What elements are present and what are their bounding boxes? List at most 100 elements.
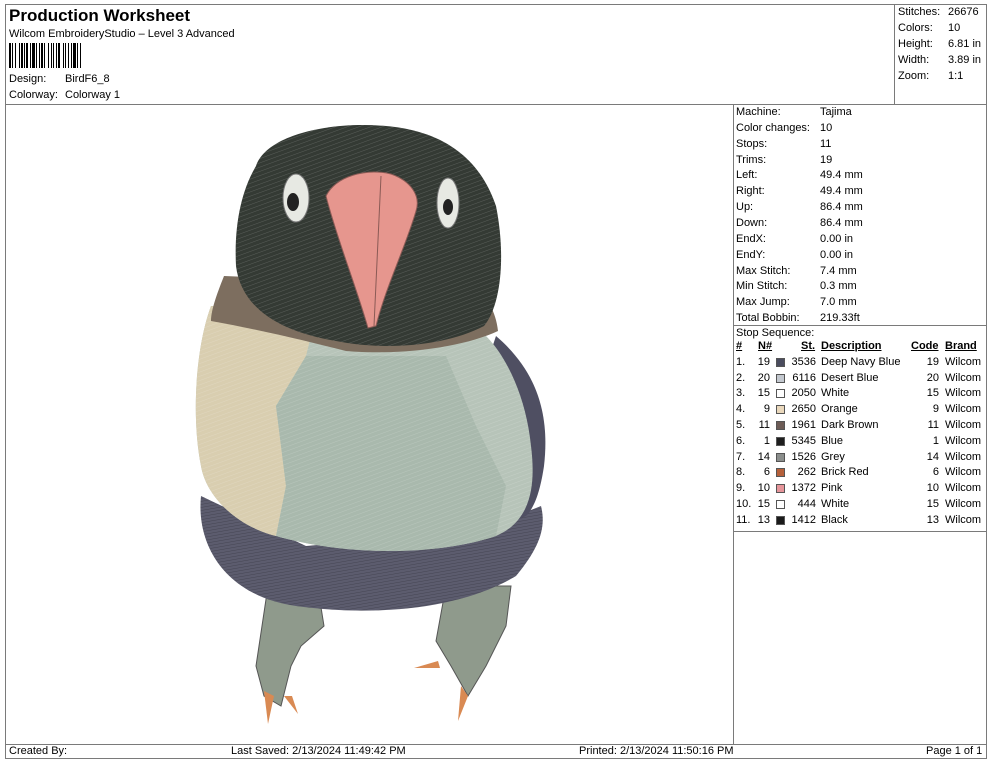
cell-st: 444 [797, 497, 816, 510]
machine-info-label: Min Stitch: [736, 280, 788, 293]
machine-info-value: 7.0 mm [820, 296, 857, 309]
cell-desc: Black [821, 513, 848, 526]
table-row: 3. 15 2050 White 15 Wilcom [736, 387, 986, 403]
machine-info-value: 19 [820, 153, 833, 166]
machine-info-value: 219.33ft [820, 312, 860, 325]
cell-code: 14 [926, 450, 939, 463]
bird-embroidery-image [195, 125, 546, 724]
cell-idx: 11. [736, 513, 751, 526]
machine-info-label: Left: [736, 169, 758, 182]
cell-st: 2050 [791, 387, 816, 400]
cell-st: 1412 [791, 513, 816, 526]
col-header-needle: N# [758, 340, 773, 352]
table-row: 2. 20 6116 Desert Blue 20 Wilcom [736, 372, 986, 388]
machine-info-value: Tajima [820, 106, 852, 118]
color-swatch [776, 405, 785, 415]
cell-idx: 1. [736, 355, 746, 368]
colorway-label: Colorway: [9, 89, 58, 101]
cell-brand: Wilcom [945, 403, 982, 416]
cell-code: 15 [926, 387, 939, 400]
cell-st: 1372 [791, 482, 816, 495]
cell-st: 262 [797, 466, 816, 479]
cell-n: 14 [757, 450, 770, 463]
machine-info-label: Machine: [736, 106, 781, 118]
machine-info-value: 11 [820, 137, 832, 150]
table-row: 1. 19 3536 Deep Navy Blue 19 Wilcom [736, 356, 986, 372]
cell-desc: Blue [821, 434, 844, 447]
summary-label: Stitches: [898, 6, 941, 18]
machine-info-label: Max Jump: [736, 296, 790, 309]
cell-desc: Brick Red [821, 466, 869, 479]
color-swatch [776, 420, 785, 430]
machine-info-value: 0.3 mm [820, 280, 857, 293]
cell-n: 15 [757, 497, 770, 510]
machine-info-label: Up: [736, 201, 754, 214]
col-header-index: # [736, 340, 743, 352]
cell-code: 15 [926, 497, 939, 510]
cell-n: 13 [757, 513, 770, 526]
stop-sequence-title: Stop Sequence: [736, 327, 815, 339]
color-swatch [776, 499, 785, 509]
cell-desc: Pink [821, 482, 843, 495]
cell-st: 2650 [791, 403, 816, 416]
cell-code: 6 [932, 466, 939, 479]
cell-n: 15 [757, 387, 770, 400]
summary-value: 26676 [948, 6, 979, 18]
summary-label: Width: [898, 54, 930, 66]
cell-st: 3536 [791, 355, 816, 368]
machine-info-label: Trims: [736, 153, 767, 166]
cell-idx: 8. [736, 466, 746, 479]
footer-created-by: Created By: [9, 745, 68, 757]
cell-code: 10 [926, 482, 939, 495]
cell-brand: Wilcom [945, 482, 982, 495]
cell-code: 1 [932, 434, 939, 447]
color-swatch [776, 436, 785, 446]
cell-brand: Wilcom [945, 434, 982, 447]
cell-desc: Dark Brown [821, 418, 879, 431]
page-title: Production Worksheet [9, 6, 191, 25]
table-row: 7. 14 1526 Grey 14 Wilcom [736, 451, 986, 467]
table-row: 8. 6 262 Brick Red 6 Wilcom [736, 466, 986, 482]
summary-value: 3.89 in [948, 54, 982, 66]
cell-desc: Grey [821, 450, 845, 463]
cell-code: 19 [926, 355, 939, 368]
cell-brand: Wilcom [945, 418, 982, 431]
stop-table-header: # N# St. Description Code Brand [736, 340, 986, 356]
summary-label: Zoom: [898, 70, 930, 82]
color-swatch [776, 468, 785, 478]
cell-idx: 9. [736, 482, 746, 495]
footer-printed: Printed: 2/13/2024 11:50:16 PM [579, 745, 734, 757]
color-swatch [776, 389, 785, 399]
design-value: BirdF6_8 [65, 73, 110, 85]
cell-code: 11 [927, 418, 939, 431]
cell-idx: 5. [736, 418, 746, 431]
summary-value: 1:1 [948, 70, 964, 82]
cell-st: 6116 [792, 371, 816, 384]
machine-info-label: EndX: [736, 232, 766, 245]
machine-info-value: 0.00 in [820, 248, 854, 261]
cell-code: 13 [926, 513, 939, 526]
table-row: 6. 1 5345 Blue 1 Wilcom [736, 435, 986, 451]
cell-brand: Wilcom [945, 450, 982, 463]
table-row: 10. 15 444 White 15 Wilcom [736, 498, 986, 514]
cell-desc: White [821, 497, 850, 510]
cell-n: 1 [763, 434, 770, 447]
colorway-value: Colorway 1 [65, 89, 121, 101]
color-swatch [776, 484, 785, 494]
machine-info-label: Stops: [736, 137, 768, 150]
cell-desc: Desert Blue [821, 371, 879, 384]
info-divider [733, 325, 987, 326]
cell-brand: Wilcom [945, 355, 982, 368]
color-swatch [776, 452, 785, 462]
cell-idx: 3. [736, 387, 746, 400]
cell-n: 20 [757, 371, 770, 384]
table-row: 4. 9 2650 Orange 9 Wilcom [736, 403, 986, 419]
cell-brand: Wilcom [945, 466, 982, 479]
col-header-description: Description [821, 340, 882, 352]
cell-idx: 6. [736, 434, 746, 447]
cell-n: 11 [758, 418, 770, 431]
summary-value: 6.81 in [948, 38, 982, 50]
cell-brand: Wilcom [945, 497, 982, 510]
table-row: 11. 13 1412 Black 13 Wilcom [736, 514, 986, 530]
cell-idx: 7. [736, 450, 746, 463]
